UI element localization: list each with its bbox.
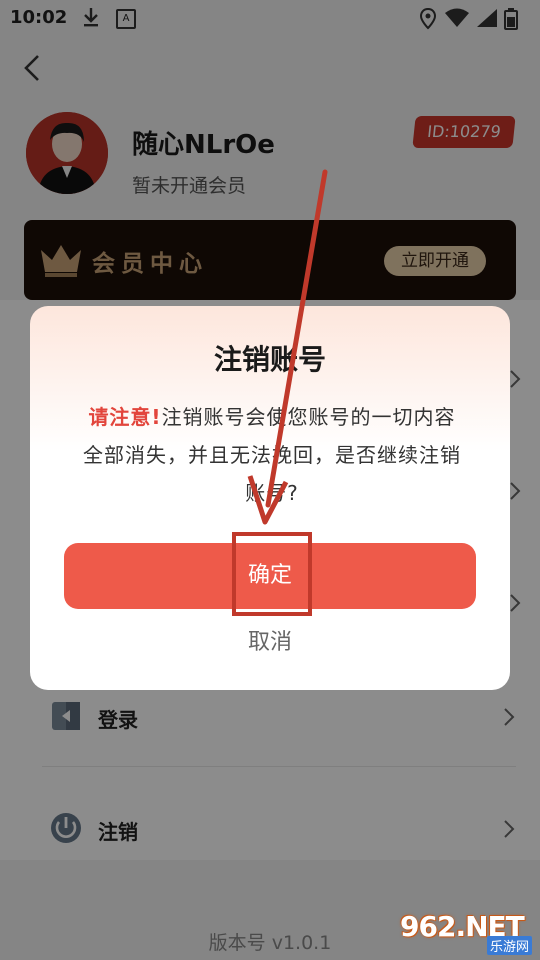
cancel-button[interactable]: 取消 bbox=[30, 624, 510, 656]
dialog-warning: 请注意! bbox=[88, 405, 162, 429]
annotation-highlight-box bbox=[232, 532, 312, 616]
dialog-message: 请注意!注销账号会使您账号的一切内容全部消失，并且无法挽回，是否继续注销账号? bbox=[80, 398, 464, 512]
watermark-sub: 乐游网 bbox=[486, 936, 532, 955]
delete-account-dialog: 注销账号 请注意!注销账号会使您账号的一切内容全部消失，并且无法挽回，是否继续注… bbox=[30, 306, 510, 690]
dialog-title: 注销账号 bbox=[213, 343, 326, 376]
watermark-logo: 962.NET 乐游网 bbox=[400, 910, 536, 956]
